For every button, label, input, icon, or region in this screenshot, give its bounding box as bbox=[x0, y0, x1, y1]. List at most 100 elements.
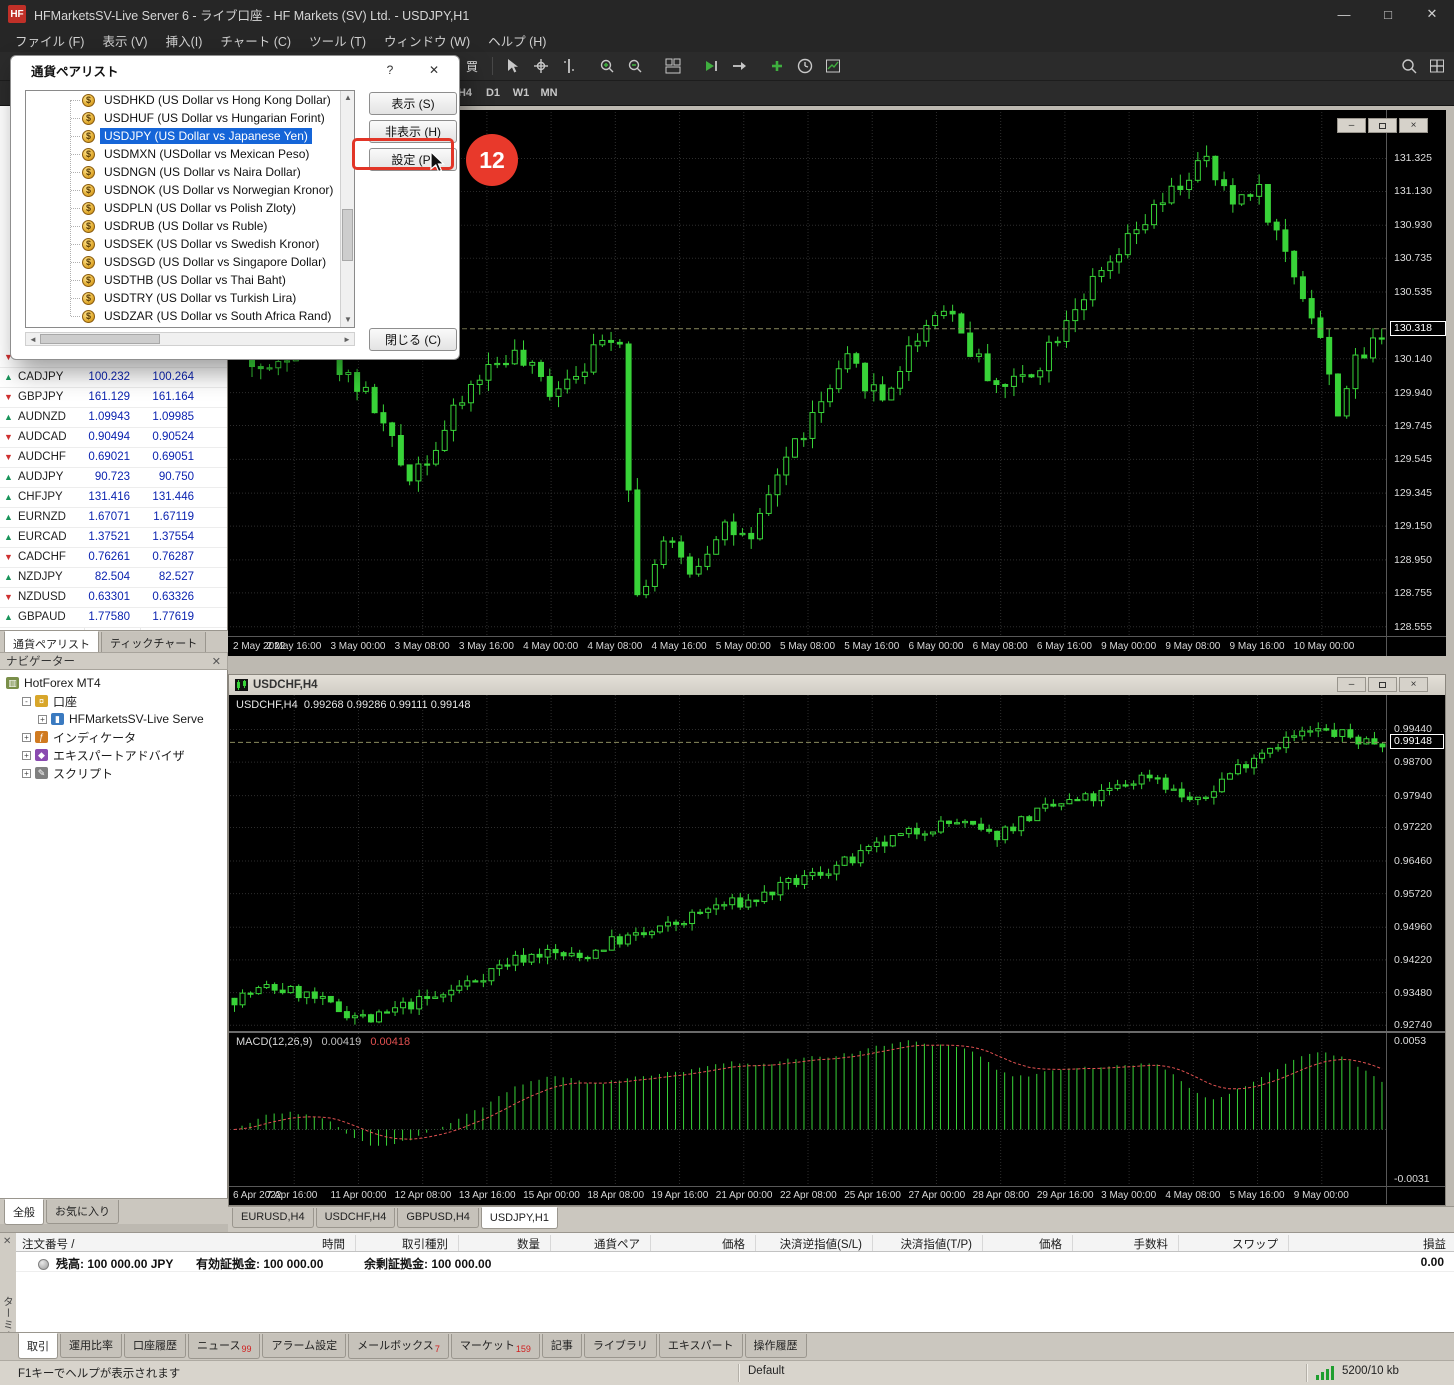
table-row[interactable]: ▼NZDUSD0.633010.63326 bbox=[0, 588, 227, 608]
symbol-row-usdthb[interactable]: $USDTHB (US Dollar vs Thai Baht) bbox=[26, 271, 354, 289]
table-row[interactable]: ▲AUDJPY90.72390.750 bbox=[0, 468, 227, 488]
table-row[interactable]: ▲CADJPY100.232100.264 bbox=[0, 368, 227, 388]
symbol-row-usdjpy[interactable]: $USDJPY (US Dollar vs Japanese Yen) bbox=[26, 127, 354, 145]
chart-minimize-button[interactable]: – bbox=[1337, 677, 1366, 692]
tile-windows-icon[interactable] bbox=[660, 55, 686, 77]
menu-item[interactable]: 挿入(I) bbox=[157, 28, 212, 53]
terminal-tab-記事[interactable]: 記事 bbox=[542, 1334, 582, 1358]
chart-close-button[interactable]: × bbox=[1399, 677, 1428, 692]
symbol-row-usdsek[interactable]: $USDSEK (US Dollar vs Swedish Kronor) bbox=[26, 235, 354, 253]
chart-tab-usdchf-h4[interactable]: USDCHF,H4 bbox=[316, 1208, 396, 1228]
table-row[interactable]: ▲EURCAD1.375211.37554 bbox=[0, 528, 227, 548]
crosshair-icon[interactable] bbox=[528, 55, 554, 77]
chart-tab-usdjpy-h1[interactable]: USDJPY,H1 bbox=[481, 1207, 558, 1229]
new-order-button[interactable]: 買 bbox=[456, 55, 488, 77]
maximize-button[interactable]: □ bbox=[1366, 0, 1410, 28]
expand-icon[interactable]: + bbox=[22, 733, 31, 742]
nav-item-scripts[interactable]: +✎スクリプト bbox=[22, 764, 226, 782]
terminal-tab-マーケット[interactable]: マーケット159 bbox=[451, 1334, 540, 1359]
chart-shift-icon[interactable] bbox=[726, 55, 752, 77]
terminal-tab-エキスパート[interactable]: エキスパート bbox=[659, 1334, 743, 1358]
symbol-row-usdzar[interactable]: $USDZAR (US Dollar vs South Africa Rand) bbox=[26, 307, 354, 325]
close-button[interactable]: ✕ bbox=[1410, 0, 1454, 28]
timeframe-d1-button[interactable]: D1 bbox=[480, 84, 506, 102]
scrollbar-thumb[interactable] bbox=[342, 209, 353, 261]
symbol-row-usdngn[interactable]: $USDNGN (US Dollar vs Naira Dollar) bbox=[26, 163, 354, 181]
timeframe-w1-button[interactable]: W1 bbox=[508, 84, 534, 102]
horizontal-scrollbar[interactable]: ◄► bbox=[25, 332, 355, 346]
table-row[interactable]: ▼GBPJPY161.129161.164 bbox=[0, 388, 227, 408]
table-row[interactable]: ▼AUDCHF0.690210.69051 bbox=[0, 448, 227, 468]
chart-restore-button[interactable] bbox=[1368, 118, 1397, 133]
terminal-tab-メールボックス[interactable]: メールボックス7 bbox=[348, 1334, 449, 1359]
menu-item[interactable]: 表示 (V) bbox=[93, 28, 156, 53]
navigator-tab[interactable]: お気に入り bbox=[46, 1200, 119, 1224]
table-row[interactable]: ▲GBPAUD1.775801.77619 bbox=[0, 608, 227, 628]
symbol-row-usdhuf[interactable]: $USDHUF (US Dollar vs Hungarian Forint) bbox=[26, 109, 354, 127]
scroll-up-icon[interactable]: ▲ bbox=[341, 91, 355, 105]
terminal-close-icon[interactable]: ✕ bbox=[3, 1236, 11, 1247]
nav-item-accounts[interactable]: -¤口座 bbox=[22, 692, 226, 710]
symbol-row-usdtry[interactable]: $USDTRY (US Dollar vs Turkish Lira) bbox=[26, 289, 354, 307]
usdchf-h4-canvas[interactable] bbox=[230, 695, 1386, 1031]
chart-usdchf-titlebar[interactable]: USDCHF,H4 bbox=[229, 675, 1445, 695]
cursor-icon[interactable] bbox=[500, 55, 526, 77]
expand-icon[interactable]: + bbox=[22, 769, 31, 778]
menu-item[interactable]: ツール (T) bbox=[300, 28, 375, 53]
table-row[interactable]: ▼AUDCAD0.904940.90524 bbox=[0, 428, 227, 448]
zoom-out-icon[interactable] bbox=[622, 55, 648, 77]
periods-icon[interactable] bbox=[792, 55, 818, 77]
scroll-down-icon[interactable]: ▼ bbox=[341, 313, 355, 327]
terminal-tab-アラーム設定[interactable]: アラーム設定 bbox=[262, 1334, 346, 1358]
nav-item-indicators[interactable]: +ƒインディケータ bbox=[22, 728, 226, 746]
table-row[interactable]: ▲AUDNZD1.099431.09985 bbox=[0, 408, 227, 428]
symbols-list[interactable]: $USDHKD (US Dollar vs Hong Kong Dollar)$… bbox=[25, 90, 355, 328]
show-button[interactable]: 表示 (S) bbox=[369, 92, 457, 115]
terminal-tab-ライブラリ[interactable]: ライブラリ bbox=[584, 1334, 657, 1358]
menu-item[interactable]: チャート (C) bbox=[211, 28, 300, 53]
terminal-tab-操作履歴[interactable]: 操作履歴 bbox=[745, 1334, 807, 1358]
indicators-icon[interactable] bbox=[764, 55, 790, 77]
expand-icon[interactable]: + bbox=[22, 751, 31, 760]
nav-item-server[interactable]: +▮HFMarketsSV-Live Serve bbox=[38, 710, 226, 728]
table-row[interactable]: ▲NZDJPY82.50482.527 bbox=[0, 568, 227, 588]
dialog-close-button[interactable]: ✕ bbox=[421, 60, 447, 80]
symbol-row-usdpln[interactable]: $USDPLN (US Dollar vs Polish Zloty) bbox=[26, 199, 354, 217]
terminal-tab-ニュース[interactable]: ニュース99 bbox=[188, 1334, 260, 1359]
symbol-row-usdsgd[interactable]: $USDSGD (US Dollar vs Singapore Dollar) bbox=[26, 253, 354, 271]
vertical-line-icon[interactable] bbox=[556, 55, 582, 77]
symbol-row-usdmxn[interactable]: $USDMXN (USDollar vs Mexican Peso) bbox=[26, 145, 354, 163]
menu-item[interactable]: ウィンドウ (W) bbox=[375, 28, 479, 53]
dialog-help-button[interactable]: ? bbox=[377, 60, 403, 80]
terminal-tab-取引[interactable]: 取引 bbox=[18, 1333, 58, 1359]
vertical-scrollbar[interactable]: ▲▼ bbox=[340, 91, 354, 327]
timeframe-mn-button[interactable]: MN bbox=[536, 84, 562, 102]
chart-tab-eurusd-h4[interactable]: EURUSD,H4 bbox=[232, 1208, 314, 1228]
expand-icon[interactable]: + bbox=[38, 715, 47, 724]
templates-icon[interactable] bbox=[820, 55, 846, 77]
chart-restore-button[interactable] bbox=[1368, 677, 1397, 692]
symbol-row-usdnok[interactable]: $USDNOK (US Dollar vs Norwegian Kronor) bbox=[26, 181, 354, 199]
collapse-icon[interactable]: - bbox=[22, 697, 31, 706]
auto-scroll-icon[interactable] bbox=[698, 55, 724, 77]
dialog-close-action-button[interactable]: 閉じる (C) bbox=[369, 328, 457, 351]
macd-canvas[interactable] bbox=[230, 1033, 1386, 1186]
menu-item[interactable]: ファイル (F) bbox=[6, 28, 93, 53]
navigator-tab[interactable]: 全般 bbox=[4, 1199, 44, 1225]
symbol-row-usdrub[interactable]: $USDRUB (US Dollar vs Ruble) bbox=[26, 217, 354, 235]
menu-item[interactable]: ヘルプ (H) bbox=[479, 28, 555, 53]
chart-grid-icon[interactable] bbox=[1424, 55, 1450, 77]
nav-item-platform[interactable]: ▥HotForex MT4 bbox=[6, 674, 226, 692]
search-icon[interactable] bbox=[1396, 55, 1422, 77]
table-row[interactable]: ▼CADCHF0.762610.76287 bbox=[0, 548, 227, 568]
terminal-tab-口座履歴[interactable]: 口座履歴 bbox=[124, 1334, 186, 1358]
table-row[interactable]: ▲CHFJPY131.416131.446 bbox=[0, 488, 227, 508]
symbol-row-usdhkd[interactable]: $USDHKD (US Dollar vs Hong Kong Dollar) bbox=[26, 91, 354, 109]
chart-close-button[interactable]: × bbox=[1399, 118, 1428, 133]
nav-item-experts[interactable]: +◆エキスパートアドバイザ bbox=[22, 746, 226, 764]
chart-tab-gbpusd-h4[interactable]: GBPUSD,H4 bbox=[397, 1208, 479, 1228]
chart-minimize-button[interactable]: – bbox=[1337, 118, 1366, 133]
navigator-close-icon[interactable]: ✕ bbox=[212, 655, 221, 668]
minimize-button[interactable]: — bbox=[1322, 0, 1366, 28]
status-profile[interactable]: Default bbox=[748, 1365, 784, 1377]
